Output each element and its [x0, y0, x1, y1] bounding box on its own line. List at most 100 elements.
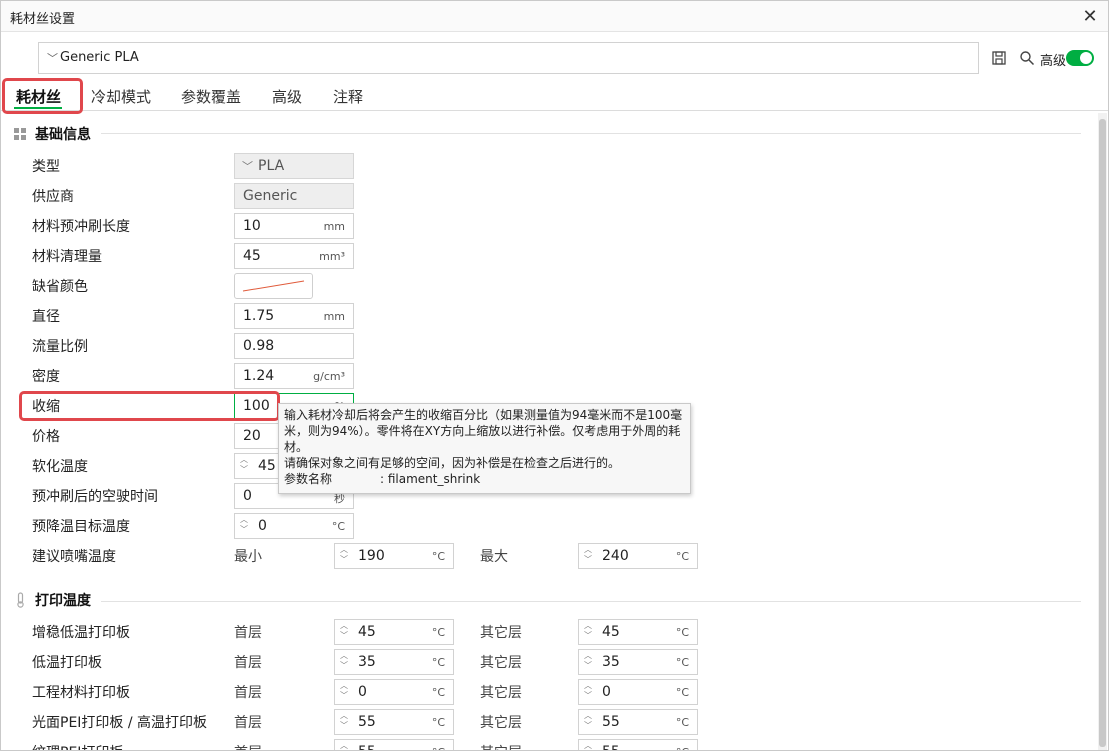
stepper-arrows-icon[interactable]: ︿﹀ [583, 681, 593, 703]
plate-label: 光面PEI打印板 / 高温打印板 [32, 715, 208, 731]
tab-filament[interactable]: 耗材丝 [16, 86, 61, 107]
unit-label: °C [676, 746, 689, 750]
stepper-arrows-icon[interactable]: ︿﹀ [583, 621, 593, 643]
soften-label: 软化温度 [32, 459, 88, 475]
idle-label: 预冲刷后的空驶时间 [32, 489, 158, 505]
first-layer-value: 55 [358, 714, 376, 730]
other-layers-label: 其它层 [480, 715, 522, 731]
flow-label: 流量比例 [32, 339, 88, 355]
unit-label: °C [675, 716, 689, 729]
other-layers-value: 55 [602, 744, 620, 750]
other-layers-stepper[interactable]: ︿ ﹀ 0 °C [578, 679, 698, 705]
tab-cooling[interactable]: 冷却模式 [91, 86, 151, 107]
stepper-arrows-icon[interactable]: ︿﹀ [339, 741, 349, 750]
stepper-arrows-icon[interactable]: ︿﹀ [239, 515, 249, 537]
nozzle-min-label: 最小 [234, 549, 262, 565]
other-layers-value: 45 [602, 624, 620, 640]
unit-label: mm [323, 220, 345, 233]
preset-dropdown[interactable]: ﹀ Generic PLA [38, 42, 979, 74]
unit-label: mm³ [319, 250, 345, 263]
density-input[interactable]: 1.24 g/cm³ [234, 363, 354, 389]
no-color-slash-icon [242, 280, 305, 292]
stepper-arrows-icon[interactable]: ︿﹀ [339, 621, 349, 643]
other-layers-stepper[interactable]: ︿﹀ 55 °C [578, 709, 698, 735]
first-layer-stepper[interactable]: ︿﹀ 55 °C [334, 709, 454, 735]
tab-notes[interactable]: 注释 [333, 86, 363, 107]
chevron-down-icon: ﹀ [242, 160, 253, 173]
section-basic-info: 基础信息 [14, 124, 91, 144]
color-label: 缺省颜色 [32, 279, 88, 295]
unit-label: °C [331, 520, 345, 533]
tooltip-line: 米，则为94%）。零件将在XY方向上缩放以进行补偿。仅考虑用于外周的耗 [284, 424, 681, 438]
other-layers-stepper[interactable]: ︿﹀ 55 °C [578, 739, 698, 750]
window-title: 耗材丝设置 [10, 12, 76, 27]
nozzle-label: 建议喷嘴温度 [32, 549, 116, 565]
first-layer-value: 45 [358, 624, 376, 640]
tooltip-param-key: 参数名称 [284, 472, 333, 486]
color-picker-button[interactable] [234, 273, 313, 299]
other-layers-value: 0 [602, 684, 611, 700]
divider [101, 601, 1081, 602]
stepper-arrows-icon[interactable]: ︿﹀ [583, 651, 593, 673]
advanced-toggle[interactable] [1066, 50, 1094, 66]
type-select[interactable]: ﹀ PLA [234, 153, 354, 179]
density-value: 1.24 [243, 368, 275, 384]
purge-input[interactable]: 45 mm³ [234, 243, 354, 269]
stepper-arrows-icon[interactable]: ︿﹀ [583, 741, 593, 750]
divider [101, 133, 1081, 134]
type-label: 类型 [32, 159, 60, 175]
plate-label: 低温打印板 [32, 655, 102, 671]
scrollbar[interactable] [1098, 113, 1107, 750]
unit-label: mm [323, 310, 345, 323]
prime-length-input[interactable]: 10 mm [234, 213, 354, 239]
precool-label: 预降温目标温度 [32, 519, 130, 535]
first-layer-stepper[interactable]: ︿ ﹀ 45 °C [334, 619, 454, 645]
preset-value: Generic PLA [60, 50, 139, 65]
plate-label: 纹理PEI打印板 [32, 742, 123, 750]
nozzle-min-stepper[interactable]: ︿ ﹀ 190 °C [334, 543, 454, 569]
other-layers-stepper[interactable]: ︿ ﹀ 35 °C [578, 649, 698, 675]
first-layer-label: 首层 [234, 655, 262, 671]
unit-label: °C [431, 550, 445, 563]
scrollbar-thumb[interactable] [1099, 119, 1106, 747]
vendor-label: 供应商 [32, 189, 74, 205]
stepper-arrows-icon[interactable]: ︿﹀ [339, 681, 349, 703]
other-layers-label: 其它层 [480, 625, 522, 641]
stepper-arrows-icon[interactable]: ︿﹀ [583, 545, 593, 567]
precool-stepper[interactable]: ︿ ﹀ 0 °C [234, 513, 354, 539]
other-layers-stepper[interactable]: ︿ ﹀ 45 °C [578, 619, 698, 645]
other-layers-label: 其它层 [480, 655, 522, 671]
stepper-arrows-icon[interactable]: ︿﹀ [239, 455, 249, 477]
flow-input[interactable]: 0.98 [234, 333, 354, 359]
precool-value: 0 [258, 518, 267, 534]
first-layer-stepper[interactable]: ︿ ﹀ 35 °C [334, 649, 454, 675]
grid-icon [14, 127, 26, 140]
purge-label: 材料清理量 [32, 249, 102, 265]
first-layer-value: 35 [358, 654, 376, 670]
stepper-arrows-icon[interactable]: ︿﹀ [583, 711, 593, 733]
title-bar: 耗材丝设置 ✕ [1, 1, 1108, 32]
stepper-arrows-icon[interactable]: ︿﹀ [339, 711, 349, 733]
first-layer-stepper[interactable]: ︿﹀ 55 °C [334, 739, 454, 750]
tab-overrides[interactable]: 参数覆盖 [181, 86, 241, 107]
search-icon[interactable] [1019, 50, 1035, 66]
plate-label: 增稳低温打印板 [32, 625, 130, 641]
filament-settings-window: 耗材丝设置 ✕ ﹀ Generic PLA 高级 耗材丝 冷却模式 参数覆盖 高… [0, 0, 1109, 751]
thermometer-icon [17, 592, 24, 608]
close-icon[interactable]: ✕ [1078, 4, 1102, 28]
other-layers-value: 35 [602, 654, 620, 670]
chevron-down-icon: ﹀ [47, 52, 58, 65]
save-icon[interactable] [991, 50, 1007, 66]
stepper-arrows-icon[interactable]: ︿﹀ [339, 545, 349, 567]
stepper-arrows-icon[interactable]: ︿﹀ [339, 651, 349, 673]
nozzle-max-stepper[interactable]: ︿ ﹀ 240 °C [578, 543, 698, 569]
diameter-input[interactable]: 1.75 mm [234, 303, 354, 329]
shrink-label: 收缩 [32, 399, 60, 415]
other-layers-label: 其它层 [480, 742, 522, 750]
first-layer-value: 0 [358, 684, 367, 700]
idle-value: 0 [243, 488, 252, 504]
diameter-value: 1.75 [243, 308, 275, 324]
nozzle-max-label: 最大 [480, 549, 508, 565]
tab-advanced[interactable]: 高级 [272, 86, 302, 107]
first-layer-stepper[interactable]: ︿ ﹀ 0 °C [334, 679, 454, 705]
